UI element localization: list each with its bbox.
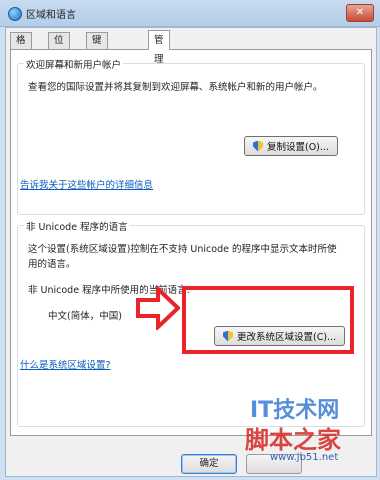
highlight-box [182, 286, 354, 354]
accounts-info-link[interactable]: 告诉我关于这些帐户的详细信息 [20, 177, 153, 191]
tab-location[interactable]: 位置 [48, 32, 70, 62]
copy-settings-button[interactable]: 复制设置(O)... [244, 136, 338, 156]
current-language-value: 中文(简体，中国) [48, 311, 122, 322]
welcome-group-title: 欢迎屏幕和新用户帐户 [24, 57, 124, 71]
administrative-panel: 欢迎屏幕和新用户帐户 查看您的国际设置并将其复制到欢迎屏幕、系统帐户和新的用户帐… [10, 49, 372, 436]
tab-keyboards-languages[interactable]: 键盘和语言 [86, 32, 108, 110]
copy-settings-label: 复制设置(O)... [267, 142, 329, 153]
red-arrow-annotation [136, 286, 180, 330]
ok-button[interactable]: 确定 [181, 454, 237, 474]
title-bar: 区域和语言 ✕ [0, 0, 380, 27]
tab-formats[interactable]: 格式 [10, 32, 32, 62]
non-unicode-group-title: 非 Unicode 程序的语言 [24, 219, 130, 233]
globe-icon [8, 7, 22, 21]
welcome-description: 查看您的国际设置并将其复制到欢迎屏幕、系统帐户和新的用户帐户。 [28, 82, 323, 93]
non-unicode-description-line2: 用的语言。 [28, 259, 76, 270]
system-locale-info-link[interactable]: 什么是系统区域设置? [20, 357, 111, 371]
uac-shield-icon [253, 140, 263, 152]
window-title: 区域和语言 [26, 10, 76, 21]
non-unicode-description-line1: 这个设置(系统区域设置)控制在不支持 Unicode 的程序中显示文本时所使 [28, 244, 337, 255]
close-button[interactable]: ✕ [346, 4, 374, 22]
watermark-script-line: 脚本之家 [245, 426, 341, 454]
welcome-screen-group: 欢迎屏幕和新用户帐户 查看您的国际设置并将其复制到欢迎屏幕、系统帐户和新的用户帐… [17, 57, 365, 215]
tab-administrative[interactable]: 管理 [148, 30, 170, 65]
watermark-url: www.jb51.net [270, 452, 339, 463]
